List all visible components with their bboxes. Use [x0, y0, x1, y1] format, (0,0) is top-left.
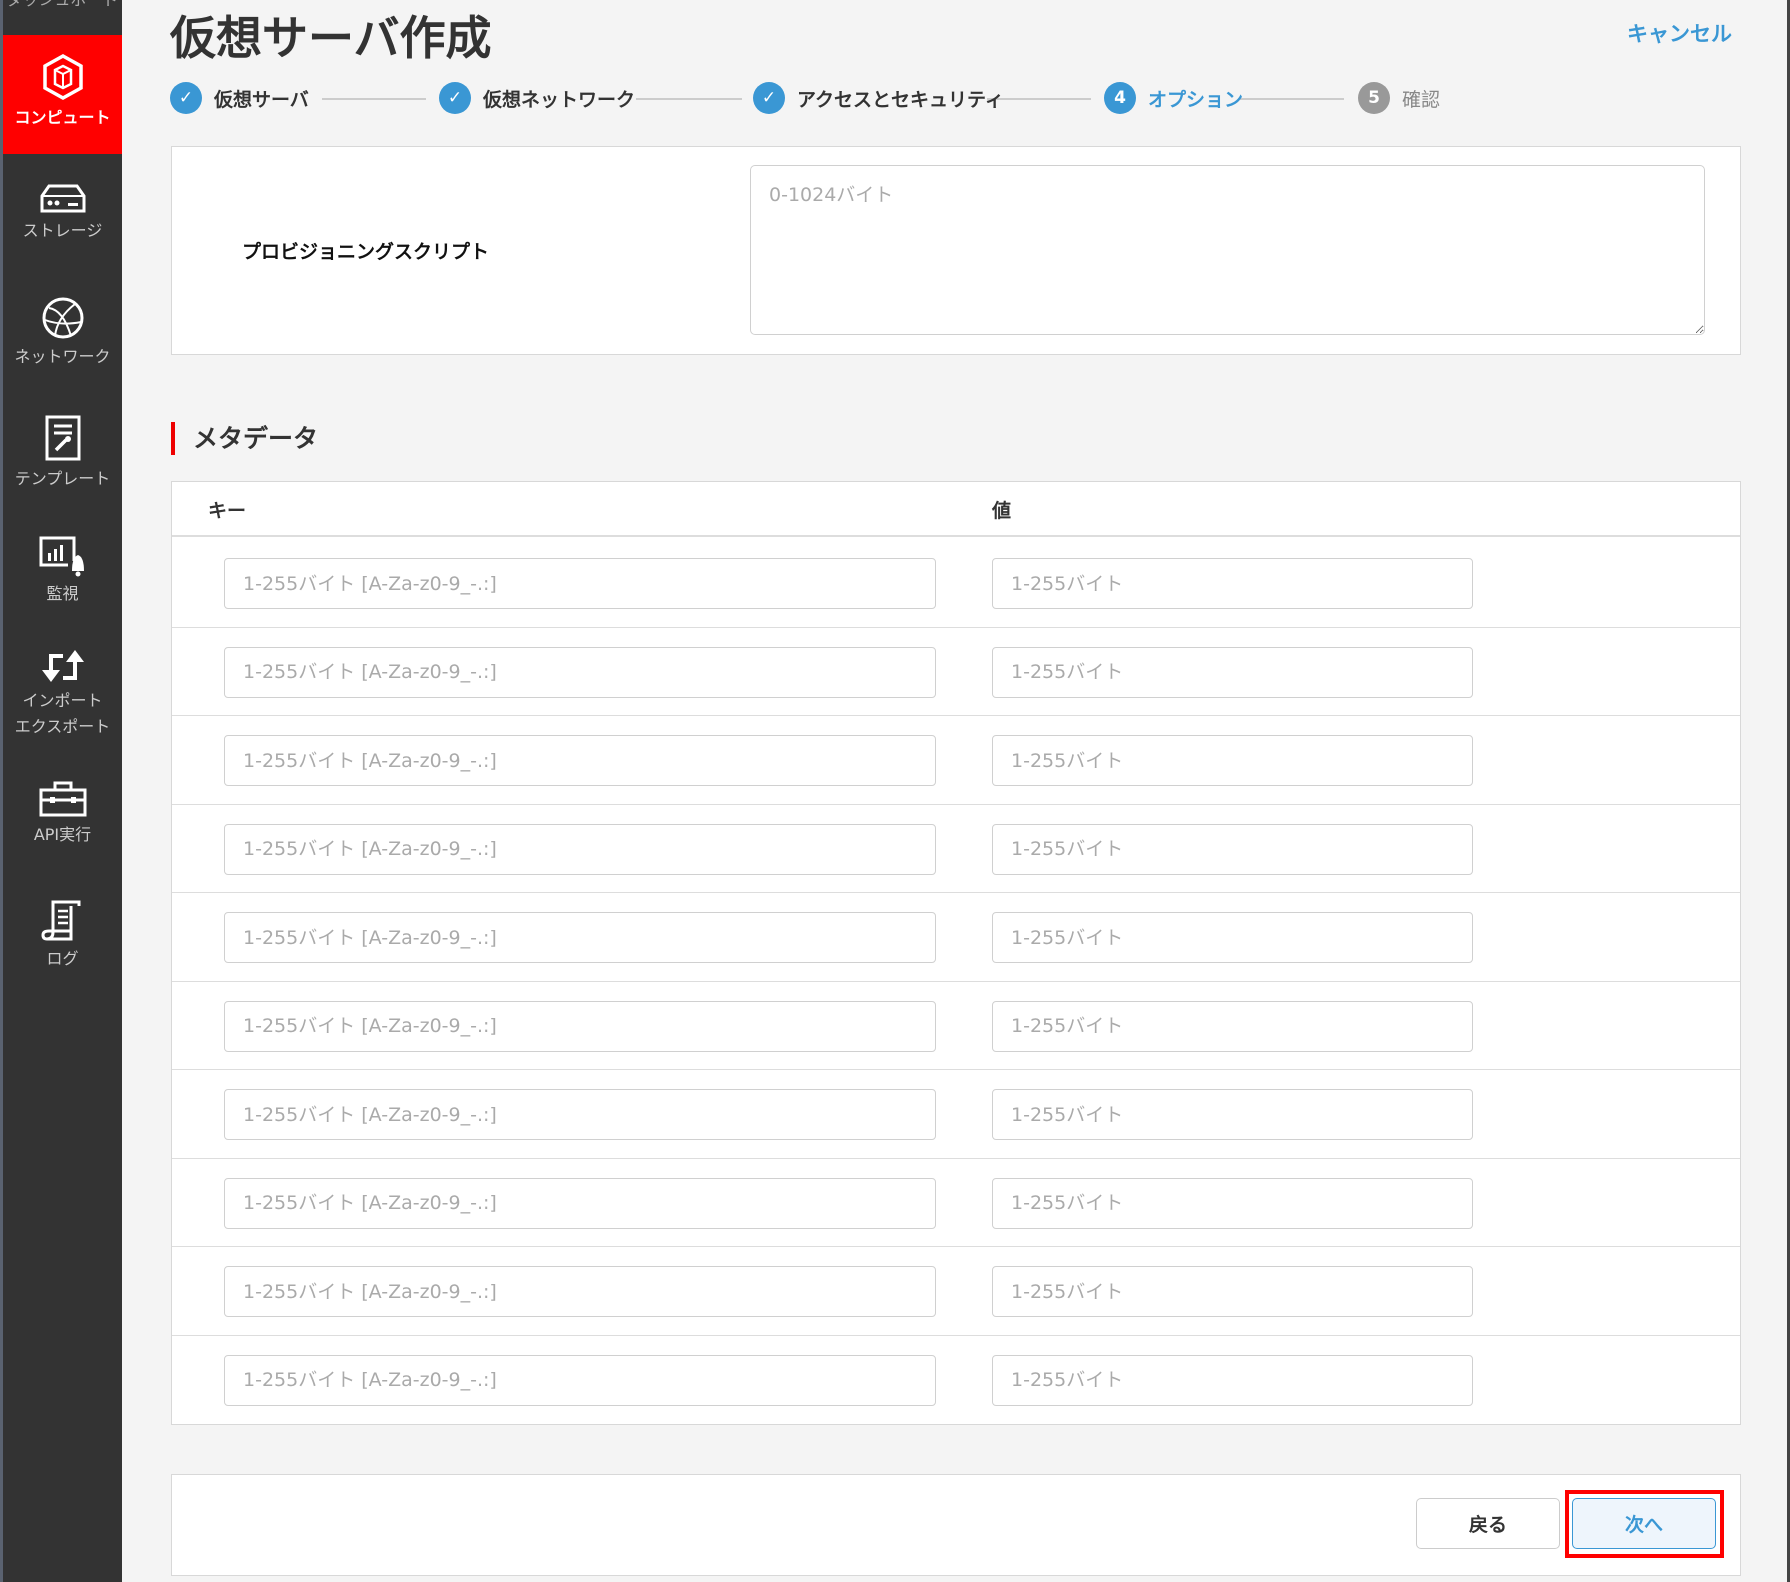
provisioning-script-input[interactable]	[750, 165, 1705, 335]
column-key: キー	[208, 500, 247, 522]
metadata-value-input[interactable]	[992, 823, 1473, 875]
metadata-heading: メタデータ	[171, 422, 318, 455]
table-row	[172, 1336, 1740, 1425]
step-3: ✓ アクセスとセキュリティ	[753, 82, 1004, 114]
step-label: オプション	[1148, 88, 1244, 111]
step-connector	[1240, 98, 1344, 100]
sidebar-item-import-export[interactable]: インポート エクスポート	[3, 648, 122, 740]
step-label: 仮想ネットワーク	[483, 88, 636, 111]
metadata-key-input[interactable]	[224, 1266, 936, 1317]
step-connector	[322, 98, 426, 100]
step-1: ✓ 仮想サーバ	[170, 82, 309, 114]
check-icon: ✓	[753, 82, 785, 114]
metadata-key-input[interactable]	[224, 912, 936, 963]
metadata-value-input[interactable]	[992, 1000, 1473, 1052]
table-row	[172, 716, 1740, 805]
sidebar-item-api[interactable]: API実行	[3, 780, 122, 848]
sidebar-item-label: ストレージ	[22, 221, 103, 240]
network-icon	[42, 297, 83, 339]
check-icon: ✓	[439, 82, 471, 114]
metadata-value-input[interactable]	[992, 1089, 1473, 1140]
sidebar-item-label: ログ	[46, 949, 79, 968]
sidebar-item-label: 監視	[46, 584, 79, 603]
table-row	[172, 1070, 1740, 1159]
sidebar-item-compute[interactable]: コンピュート	[3, 35, 122, 154]
provisioning-card: プロビジョニングスクリプト	[171, 146, 1741, 355]
log-icon	[40, 900, 80, 941]
metadata-key-input[interactable]	[224, 646, 936, 698]
metadata-value-input[interactable]	[992, 912, 1473, 963]
table-row	[172, 982, 1740, 1070]
sidebar-item-storage[interactable]: ストレージ	[3, 182, 122, 244]
footer-card: 戻る 次へ	[171, 1474, 1741, 1576]
next-button[interactable]: 次へ	[1572, 1498, 1716, 1549]
step-label: 仮想サーバ	[214, 88, 309, 111]
monitor-icon	[39, 536, 84, 577]
step-4: 4 オプション	[1104, 82, 1243, 114]
sidebar-item-monitor[interactable]: 監視	[3, 535, 122, 607]
metadata-table: キー 値	[171, 481, 1741, 1425]
step-2: ✓ 仮想ネットワーク	[439, 82, 635, 114]
table-row	[172, 539, 1740, 628]
provisioning-label: プロビジョニングスクリプト	[242, 241, 490, 263]
page-title: 仮想サーバ作成	[170, 11, 492, 65]
sidebar-item-label: コンピュート	[14, 108, 111, 127]
step-label: アクセスとセキュリティ	[797, 88, 1004, 111]
storage-icon	[40, 184, 85, 213]
sidebar-item-label: インポート	[22, 691, 103, 710]
metadata-key-input[interactable]	[224, 735, 936, 786]
compute-icon	[42, 53, 83, 101]
table-row	[172, 1159, 1740, 1247]
metadata-value-input[interactable]	[992, 558, 1473, 609]
cancel-link[interactable]: キャンセル	[1627, 18, 1732, 48]
metadata-key-input[interactable]	[224, 1354, 936, 1406]
table-row	[172, 628, 1740, 716]
metadata-key-input[interactable]	[224, 1089, 936, 1140]
step-5: 5 確認	[1358, 82, 1440, 114]
metadata-key-input[interactable]	[224, 558, 936, 609]
table-header: キー 値	[172, 482, 1740, 537]
import-export-icon	[41, 650, 84, 682]
step-number: 4	[1104, 82, 1136, 114]
metadata-key-input[interactable]	[224, 1000, 936, 1052]
check-icon: ✓	[170, 82, 202, 114]
template-icon	[45, 415, 80, 461]
step-number: 5	[1358, 82, 1390, 114]
sidebar-item-label-2: エクスポート	[14, 717, 111, 736]
sidebar-item-label: テンプレート	[14, 469, 111, 488]
column-value: 値	[992, 500, 1012, 522]
metadata-value-input[interactable]	[992, 646, 1473, 698]
metadata-key-input[interactable]	[224, 1177, 936, 1229]
step-connector	[636, 98, 742, 100]
table-row	[172, 893, 1740, 982]
sidebar-item-template[interactable]: テンプレート	[3, 414, 122, 492]
metadata-value-input[interactable]	[992, 1177, 1473, 1229]
step-label: 確認	[1402, 88, 1441, 111]
metadata-value-input[interactable]	[992, 735, 1473, 786]
metadata-value-input[interactable]	[992, 1266, 1473, 1317]
sidebar-item-label: ネットワーク	[14, 347, 111, 366]
sidebar-item-network[interactable]: ネットワーク	[3, 296, 122, 370]
metadata-key-input[interactable]	[224, 823, 936, 875]
metadata-value-input[interactable]	[992, 1354, 1473, 1406]
back-button[interactable]: 戻る	[1416, 1498, 1560, 1549]
sidebar-item-label: API実行	[33, 825, 92, 844]
sidebar-item-log[interactable]: ログ	[3, 898, 122, 972]
sidebar: ダッシュボード コンピュート ストレージ ネットワーク テンプレート 監視 イン…	[0, 0, 122, 1582]
sidebar-item-dashboard[interactable]: ダッシュボード	[3, 0, 122, 10]
table-row	[172, 805, 1740, 893]
toolbox-icon	[39, 781, 86, 817]
table-row	[172, 1247, 1740, 1336]
